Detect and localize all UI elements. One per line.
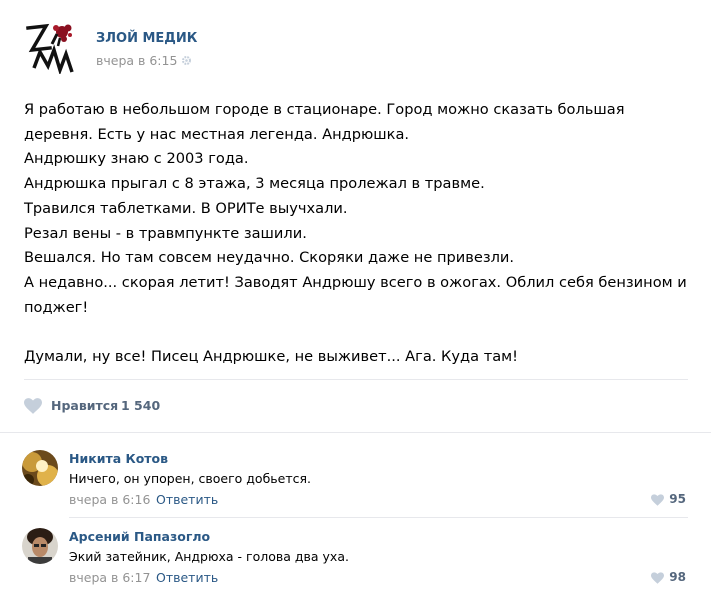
comment-date[interactable]: вчера в 6:17 (69, 570, 150, 585)
like-count: 1 540 (121, 398, 161, 413)
comment-author[interactable]: Арсений Папазогло (69, 529, 210, 544)
comment: Арсений Папазогло Экий затейник, Андрюха… (22, 528, 692, 592)
comment-text: Ничего, он упорен, своего добьется. (69, 471, 311, 486)
comment-like-count: 98 (669, 570, 686, 584)
post-line: Андрюшка прыгал с 8 этажа, 3 месяца прол… (24, 175, 485, 193)
reply-button[interactable]: Ответить (156, 570, 218, 585)
comments-divider (0, 432, 711, 433)
avatar[interactable] (22, 528, 58, 564)
heart-icon (651, 494, 664, 506)
zm-logo (26, 23, 74, 76)
reply-button[interactable]: Ответить (156, 492, 218, 507)
comment-like-button[interactable]: 98 (646, 570, 686, 586)
post-author-name[interactable]: ЗЛОЙ МЕДИК (96, 31, 197, 46)
post-time-text[interactable]: вчера в 6:15 (96, 53, 177, 68)
comment-text: Экий затейник, Андрюха - голова два уха. (69, 549, 349, 564)
post-line: Андрюшку знаю с 2003 года. (24, 150, 249, 168)
like-label: Нравится (51, 398, 119, 413)
heart-icon (24, 398, 42, 414)
heart-icon (651, 572, 664, 584)
comment-like-button[interactable]: 95 (646, 492, 686, 508)
avatar[interactable] (22, 450, 58, 486)
comment-author[interactable]: Никита Котов (69, 451, 168, 466)
comment-like-count: 95 (669, 492, 686, 506)
post-line: деревня. Есть у нас местная легенда. Анд… (24, 125, 410, 143)
post-divider (24, 379, 688, 380)
post-line: поджег! (24, 298, 89, 316)
post-line: Травился таблетками. В ОРИТе выучхали. (24, 199, 348, 217)
post-line: Вешался. Но там совсем неудачно. Скоряки… (24, 249, 515, 267)
post-line: Я работаю в небольшом городе в стационар… (24, 101, 625, 118)
post-timestamp[interactable]: вчера в 6:15 (96, 53, 192, 68)
gear-icon[interactable] (181, 55, 192, 66)
comment-divider (69, 517, 688, 518)
post-line: Думали, ну все! Писец Андрюшке, не выжив… (24, 348, 519, 366)
post-line: Резал вены - в травмпункте зашили. (24, 224, 307, 242)
comment-date[interactable]: вчера в 6:16 (69, 492, 150, 507)
post-line: А недавно... скорая летит! Заводят Андрю… (24, 273, 687, 291)
community-avatar[interactable] (24, 20, 76, 76)
comment: Никита Котов Ничего, он упорен, своего д… (22, 450, 692, 514)
post-text: Я работаю в небольшом городе в стационар… (24, 98, 694, 370)
